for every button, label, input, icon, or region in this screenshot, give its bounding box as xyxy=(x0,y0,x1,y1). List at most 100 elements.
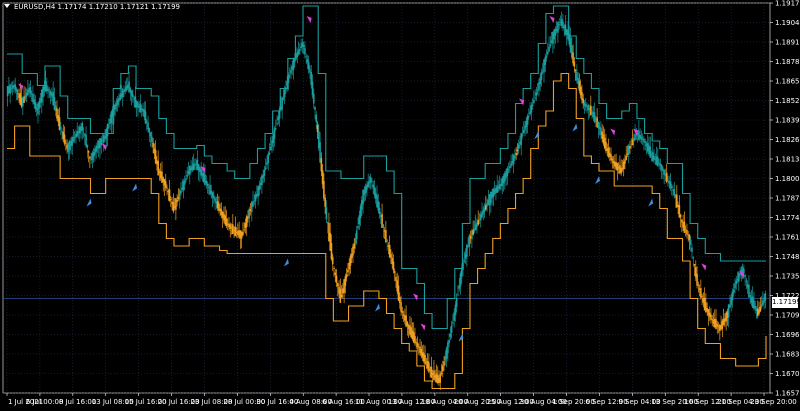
candle-body xyxy=(283,89,286,98)
candle xyxy=(686,223,688,239)
candle-body xyxy=(697,284,700,286)
candle-body xyxy=(148,128,151,133)
candle-body xyxy=(535,92,538,96)
sell-arrow-icon xyxy=(610,128,616,136)
candle-body xyxy=(448,339,450,344)
candle xyxy=(102,133,105,152)
candle-body xyxy=(29,87,32,94)
candle xyxy=(273,126,276,147)
candle-body xyxy=(558,24,560,26)
candle xyxy=(744,273,746,287)
candle-body xyxy=(522,130,525,134)
candle-body xyxy=(306,59,309,63)
candle xyxy=(428,353,430,374)
candle xyxy=(414,327,416,346)
candle-body xyxy=(463,260,466,262)
candle xyxy=(276,114,278,126)
price-axis: 1.19170 1.19040 1.18910 1.18780 1.18650 1.185… xyxy=(770,0,800,398)
x-tick-label: 8 Jul 16:00 xyxy=(59,398,97,406)
candle xyxy=(135,100,138,117)
candle xyxy=(214,196,216,211)
candle-body xyxy=(416,342,419,347)
candle-body xyxy=(611,158,614,161)
candle-body xyxy=(330,243,333,260)
candle-body xyxy=(311,81,314,96)
candle xyxy=(242,222,244,237)
candle-body xyxy=(16,92,19,94)
candle-body xyxy=(65,142,67,144)
candle xyxy=(81,121,84,140)
y-tick-label: 1.16830 xyxy=(775,351,800,359)
candle-body xyxy=(287,75,290,83)
candle xyxy=(139,94,142,114)
candle xyxy=(168,179,171,202)
candle-body xyxy=(424,355,426,365)
candle-body xyxy=(521,134,524,136)
candle xyxy=(748,275,750,299)
candle-body xyxy=(225,218,228,227)
candle-body xyxy=(457,294,459,296)
candle-body xyxy=(334,272,337,275)
candle-body xyxy=(530,105,533,113)
candle-body xyxy=(696,273,698,286)
candle-body xyxy=(544,57,547,65)
candle-body xyxy=(194,165,196,166)
candle-body xyxy=(123,91,125,93)
candle-body xyxy=(715,319,717,330)
candle-body xyxy=(234,226,237,237)
candle-body xyxy=(176,200,178,202)
candle-body xyxy=(743,269,745,273)
dropdown-triangle-icon[interactable] xyxy=(4,4,10,8)
candle-body xyxy=(47,88,49,91)
candle-body xyxy=(354,238,357,244)
candle xyxy=(764,290,767,309)
x-tick-label: 23 Sep 20:00 xyxy=(750,398,797,406)
candle-body xyxy=(164,181,167,189)
candle-body xyxy=(447,342,449,354)
candle-body xyxy=(514,156,516,159)
candle-body xyxy=(665,172,668,182)
candle xyxy=(121,87,124,107)
candle-body xyxy=(175,198,177,210)
candle-body xyxy=(264,167,267,170)
candle-body xyxy=(170,198,172,200)
candle-body xyxy=(152,142,154,148)
candle-body xyxy=(691,247,693,252)
candle-body xyxy=(59,126,62,130)
candle xyxy=(756,300,759,319)
chart-window[interactable]: 1.19170 1.19040 1.18910 1.18780 1.18650 1.185… xyxy=(0,0,800,411)
candle xyxy=(29,80,32,98)
candle-body xyxy=(371,180,373,182)
candle-body xyxy=(574,69,577,72)
candle-body xyxy=(185,178,187,180)
candle-body xyxy=(433,370,435,381)
candle xyxy=(477,210,480,226)
candle xyxy=(509,160,511,173)
candle xyxy=(229,222,232,238)
candle-body xyxy=(312,93,315,104)
current-price-tag: 1.17199 xyxy=(772,297,800,308)
candle-body xyxy=(258,185,261,191)
candle-body xyxy=(689,239,692,245)
candle xyxy=(727,303,730,328)
candle-body xyxy=(764,293,767,301)
candle-body xyxy=(693,264,696,266)
candle xyxy=(691,244,693,260)
candle-body xyxy=(629,145,631,149)
candle xyxy=(676,184,678,209)
sell-arrow-icon xyxy=(420,323,426,331)
y-tick-label: 1.16700 xyxy=(775,370,800,378)
candle-body xyxy=(345,274,348,278)
candle-body xyxy=(745,280,748,282)
candle-body xyxy=(263,169,266,176)
candle-body xyxy=(510,163,512,167)
candle xyxy=(367,173,369,189)
candle-body xyxy=(333,268,335,269)
price-chart[interactable]: 1.19170 1.19040 1.18910 1.18780 1.18650 1.185… xyxy=(0,0,800,411)
candle xyxy=(386,238,388,251)
candle-body xyxy=(269,146,272,151)
candle-body xyxy=(462,262,464,270)
y-tick-label: 1.17090 xyxy=(775,312,800,320)
candle-body xyxy=(573,61,576,67)
chart-ohlc: 1.17174 1.17210 1.17121 1.17199 xyxy=(57,3,181,11)
